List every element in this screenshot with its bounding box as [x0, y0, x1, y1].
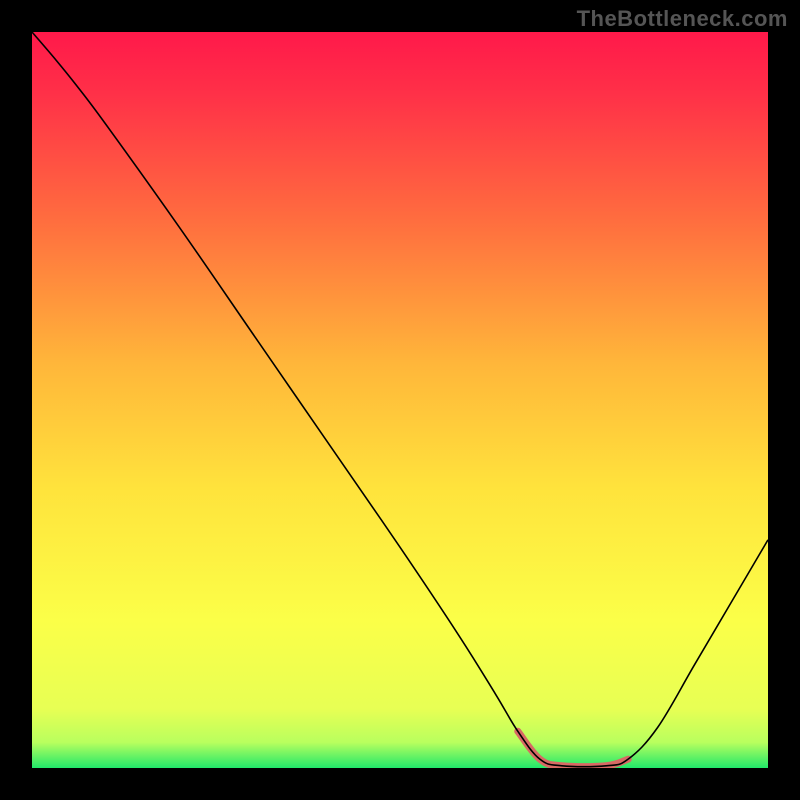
watermark-text: TheBottleneck.com: [577, 6, 788, 32]
chart-area: [32, 32, 768, 768]
chart-svg: [32, 32, 768, 768]
gradient-bg: [32, 32, 768, 768]
